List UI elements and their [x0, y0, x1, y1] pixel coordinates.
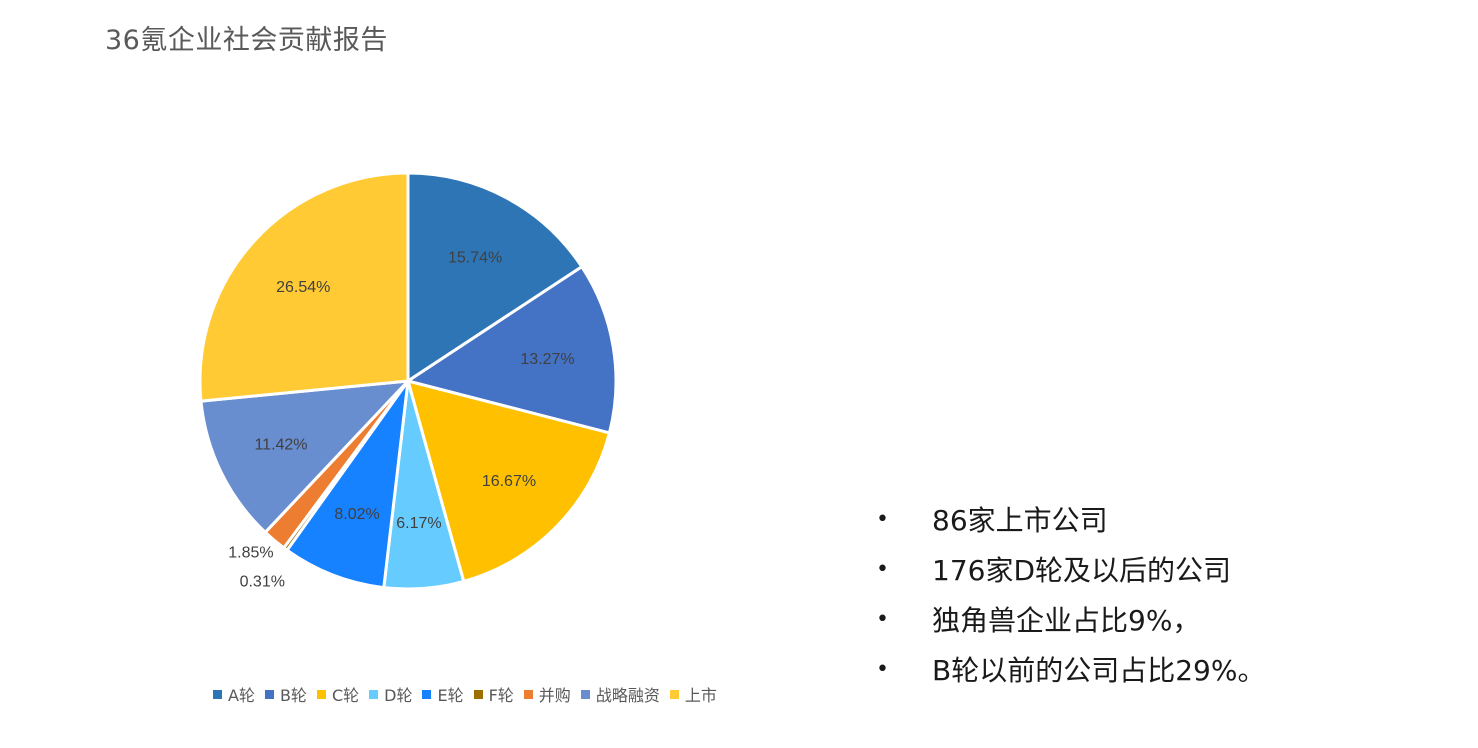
legend-swatch-icon — [264, 689, 274, 699]
legend-swatch-icon — [580, 689, 590, 699]
legend-item: D轮 — [369, 682, 412, 706]
legend-swatch-icon — [213, 689, 222, 699]
legend-item: E轮 — [422, 682, 464, 706]
slice-data-label: 15.74% — [448, 250, 502, 267]
slice-data-label: 1.85% — [228, 545, 273, 562]
legend-item: 上市 — [669, 682, 717, 706]
legend-item: A轮 — [213, 682, 255, 706]
slice-data-label: 11.42% — [254, 436, 307, 453]
legend-label: A轮 — [228, 686, 255, 705]
legend-item: F轮 — [473, 682, 514, 706]
bullet-item: • 86家上市公司 — [876, 494, 1265, 544]
bullet-text: 176家D轮及以后的公司 — [932, 554, 1232, 587]
bullet-item: • 独角兽企业占比9%， — [876, 594, 1265, 644]
legend-swatch-icon — [316, 689, 326, 699]
legend-item: B轮 — [264, 682, 307, 706]
legend-swatch-icon — [473, 689, 483, 699]
legend-label: 上市 — [684, 686, 717, 705]
bullet-item: • B轮以前的公司占比29%。 — [876, 644, 1265, 694]
legend-item: C轮 — [316, 682, 360, 706]
slice-data-label: 0.31% — [240, 573, 285, 590]
legend-swatch-icon — [523, 689, 533, 699]
legend-swatch-icon — [669, 689, 679, 699]
legend-label: D轮 — [384, 686, 413, 705]
slice-data-label: 6.17% — [396, 515, 441, 532]
bullet-text: B轮以前的公司占比29%。 — [932, 654, 1266, 687]
bullet-icon: • — [876, 606, 889, 632]
legend-label: C轮 — [331, 686, 360, 705]
legend-label: 并购 — [538, 686, 571, 705]
slice-data-label: 16.67% — [482, 473, 536, 490]
bullet-item: • 176家D轮及以后的公司 — [876, 544, 1265, 594]
bullet-icon: • — [876, 556, 889, 582]
legend-item: 战略融资 — [580, 682, 660, 706]
legend-label: B轮 — [279, 686, 307, 705]
chart-legend: A轮 B轮 C轮 D轮 E轮 F轮 并购 战略融资 上市 — [213, 682, 727, 706]
bullet-icon: • — [876, 656, 889, 682]
slice-data-label: 8.02% — [334, 506, 379, 523]
slice-data-label: 26.54% — [276, 279, 330, 296]
legend-label: F轮 — [488, 686, 514, 705]
summary-bullet-list: • 86家上市公司 • 176家D轮及以后的公司 • 独角兽企业占比9%， • … — [876, 494, 1265, 694]
legend-label: E轮 — [437, 686, 464, 705]
legend-item: 并购 — [523, 682, 571, 706]
bullet-text: 86家上市公司 — [932, 504, 1108, 537]
legend-label: 战略融资 — [595, 686, 660, 705]
legend-swatch-icon — [422, 689, 432, 699]
bullet-icon: • — [876, 506, 889, 532]
legend-swatch-icon — [369, 689, 379, 699]
bullet-text: 独角兽企业占比9%， — [932, 604, 1201, 637]
slice-data-label: 13.27% — [520, 351, 574, 368]
